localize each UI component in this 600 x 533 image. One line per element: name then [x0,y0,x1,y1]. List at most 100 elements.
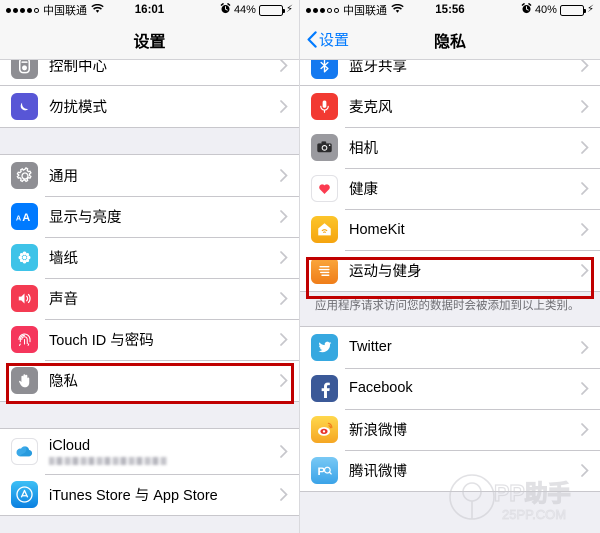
chevron-right-icon [280,333,288,346]
list-group-dnd-left: 勿扰模式 [0,86,299,128]
back-button[interactable]: 设置 [300,29,349,50]
sidebar-item-label: 控制中心 [49,60,107,75]
sidebar-item-label: Touch ID 与密码 [49,333,154,349]
list-group-partial-left: 控制中心 [0,60,299,86]
camera-icon [311,134,338,161]
icloud-icon [11,438,38,465]
sidebar-item-icloud[interactable]: iCloud [0,429,299,474]
chevron-right-icon [280,100,288,113]
control-center-icon [11,60,38,79]
list-group-main-left: 通用 AA 显示与亮度 墙纸 声音 Touch ID 与密码 隐私 [0,154,299,402]
privacy-item-twitter[interactable]: Twitter [300,326,600,368]
lightning-bolt-icon: ⚡ [285,4,293,15]
chevron-right-icon [581,182,589,195]
svg-text:A: A [15,213,21,222]
left-phone-screen: 中国联通 16:01 44% ⚡ 设置 控制中心 勿扰模式 通用 A A 显示与… [0,0,300,533]
sina-weibo-icon [311,415,338,443]
heart-icon [311,175,338,202]
moon-icon [11,93,38,120]
lightning-bolt-icon: ⚡ [586,4,594,15]
tencent-weibo-icon: P [311,456,338,484]
privacy-item-homekit[interactable]: HomeKit [300,209,600,250]
privacy-item-label: 健康 [349,182,378,198]
sidebar-item-general[interactable]: 通用 [0,155,299,196]
sidebar-item-sounds[interactable]: 声音 [0,278,299,319]
chevron-right-icon [581,463,589,477]
list-group-partial-right: 蓝牙共享 [300,60,600,86]
alarm-clock-icon [521,3,532,17]
chevron-right-icon [581,340,589,354]
list-group-privacy-right: 麦克风 相机 健康 HomeKit 运动与健身 [300,86,600,292]
sidebar-item-label: 勿扰模式 [49,100,107,116]
sidebar-item-label: 显示与亮度 [49,210,122,226]
privacy-item-label: HomeKit [349,221,405,238]
privacy-item-motion-fitness[interactable]: 运动与健身 [300,250,600,291]
sidebar-item-label: iCloud [49,438,91,455]
sidebar-item-privacy[interactable]: 隐私 [0,360,299,401]
privacy-item-label: Twitter [349,339,392,356]
privacy-item-label: 蓝牙共享 [349,60,407,75]
watermark-url-text: 25PP.COM [502,507,566,522]
facebook-icon [311,374,338,402]
speaker-icon [11,285,38,312]
homekit-house-icon [311,216,338,243]
icloud-account-redacted [49,456,167,465]
list-group-accounts-left: iCloud iTunes Store 与 App Store [0,428,299,516]
page-title-left: 设置 [133,33,166,51]
privacy-item-label: 相机 [349,141,378,157]
list-group-social-right: Twitter Facebook 新浪微博 P 腾讯微博 [300,325,600,492]
chevron-right-icon [280,251,288,264]
status-bar-right: 中国联通 15:56 40% ⚡ [300,0,600,20]
alarm-clock-icon [220,3,231,17]
privacy-item-label: 运动与健身 [349,264,422,280]
sidebar-item-do-not-disturb[interactable]: 勿扰模式 [0,86,299,127]
settings-list-left: 控制中心 勿扰模式 通用 A A 显示与亮度 墙纸 声音 Touch ID 与密… [0,60,299,516]
chevron-right-icon [581,381,589,395]
privacy-item-camera[interactable]: 相机 [300,127,600,168]
sidebar-item-itunes-appstore[interactable]: iTunes Store 与 App Store [0,474,299,515]
sidebar-item-control-center[interactable]: 控制中心 [0,60,299,85]
icloud-label-stack: iCloud [49,438,167,465]
list-section-gap [0,402,299,428]
chevron-right-icon [581,141,589,154]
privacy-item-label: Facebook [349,380,413,397]
battery-icon-right [559,4,586,16]
chevron-right-icon [280,210,288,223]
sidebar-item-label: 声音 [49,292,78,308]
privacy-item-sina-weibo[interactable]: 新浪微博 [300,408,600,450]
chevron-right-icon [581,422,589,436]
status-right-left: 44% ⚡ [220,3,293,17]
bluetooth-icon [311,60,338,79]
chevron-right-icon [280,374,288,387]
privacy-item-facebook[interactable]: Facebook [300,367,600,409]
twitter-icon [311,333,338,361]
fingerprint-icon [11,326,38,353]
chevron-right-icon [581,223,589,236]
status-right-right: 40% ⚡ [521,3,594,17]
chevron-right-icon [280,169,288,182]
privacy-item-tencent-weibo[interactable]: P 腾讯微博 [300,449,600,491]
privacy-item-label: 新浪微博 [349,422,407,439]
sidebar-item-wallpaper[interactable]: 墙纸 [0,237,299,278]
chevron-right-icon [581,60,589,72]
chevron-right-icon [280,488,288,501]
status-bar-left: 中国联通 16:01 44% ⚡ [0,0,299,20]
privacy-item-microphone[interactable]: 麦克风 [300,86,600,127]
sidebar-item-label: 通用 [49,169,78,185]
privacy-item-bluetooth-sharing[interactable]: 蓝牙共享 [300,60,600,85]
motion-fitness-icon [311,257,338,284]
gear-icon [11,162,38,189]
sidebar-item-display-brightness[interactable]: AA 显示与亮度 [0,196,299,237]
chevron-right-icon [280,445,288,458]
back-button-label: 设置 [319,32,350,49]
svg-text:A: A [22,212,30,224]
chevron-left-icon [307,31,317,48]
hand-icon [11,367,38,394]
chevron-right-icon [581,264,589,277]
sidebar-item-touchid-passcode[interactable]: Touch ID 与密码 [0,319,299,360]
nav-bar-right: 设置 隐私 [300,20,600,60]
privacy-item-label: 腾讯微博 [349,463,407,480]
privacy-item-health[interactable]: 健康 [300,168,600,209]
wallpaper-flower-icon [11,244,38,271]
list-section-gap [0,128,299,154]
